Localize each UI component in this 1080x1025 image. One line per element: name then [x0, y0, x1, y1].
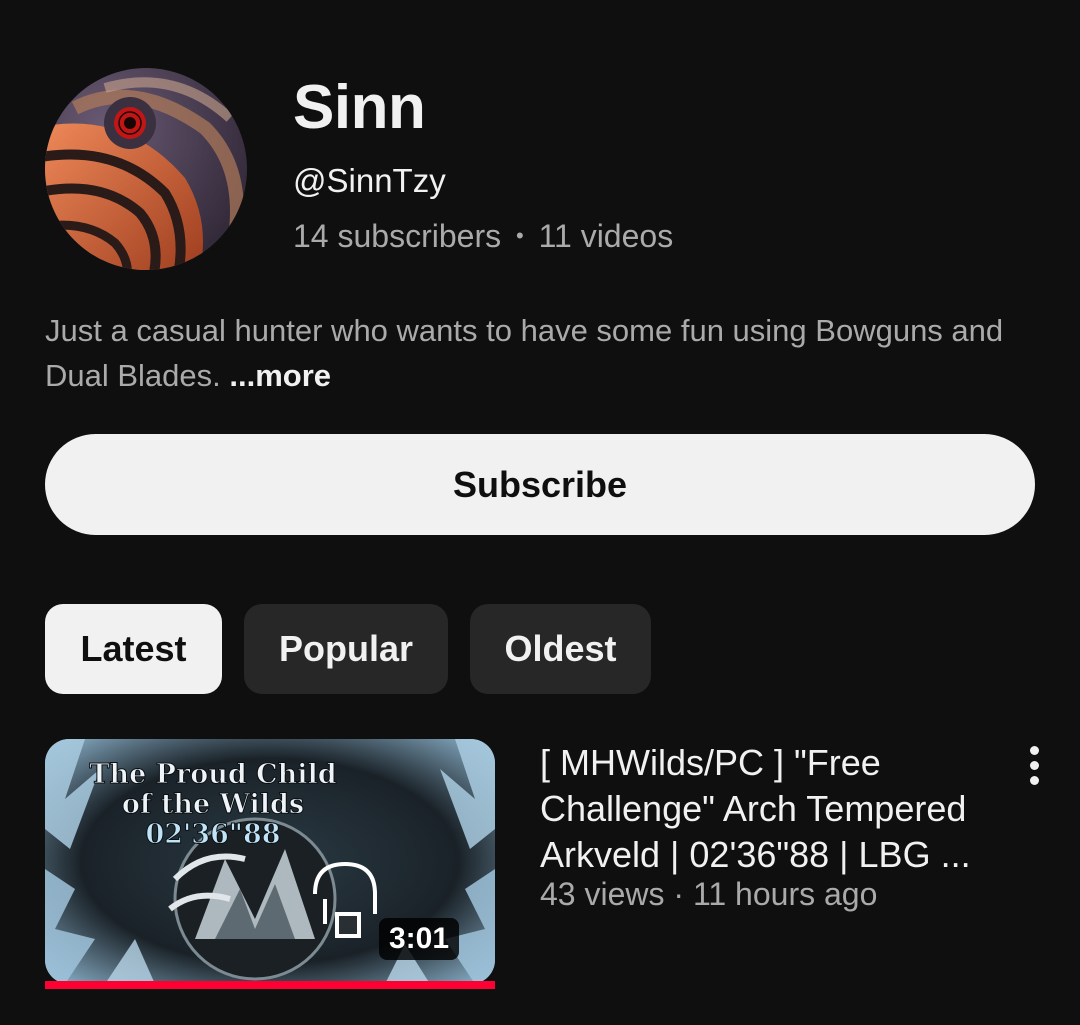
channel-name: Sinn — [293, 73, 426, 142]
chip-oldest[interactable]: Oldest — [470, 604, 651, 694]
description-text: Just a casual hunter who wants to have s… — [45, 313, 1004, 393]
subscriber-count: 14 subscribers — [293, 218, 502, 254]
video-count: 11 videos — [538, 218, 674, 254]
video-duration: 3:01 — [378, 918, 459, 960]
thumb-text-line3: 02'36"88 — [145, 819, 280, 850]
channel-description[interactable]: Just a casual hunter who wants to have s… — [45, 308, 1035, 398]
watch-progress-bar — [45, 981, 495, 989]
video-title[interactable]: [ MHWilds/PC ] "Free Challenge" Arch Tem… — [540, 740, 1010, 878]
channel-stats: 14 subscribers • 11 videos — [293, 218, 673, 255]
thumb-text-line2: of the Wilds — [122, 789, 304, 820]
chip-latest[interactable]: Latest — [45, 604, 222, 694]
video-thumbnail[interactable]: The Proud Child of the Wilds 02'36"88 3:… — [45, 739, 495, 984]
kebab-dot — [1029, 775, 1039, 785]
channel-page: Sinn @SinnTzy 14 subscribers • 11 videos… — [0, 0, 1080, 1025]
more-vert-icon[interactable] — [1012, 740, 1056, 790]
kebab-dot — [1029, 745, 1039, 755]
channel-handle: @SinnTzy — [293, 162, 446, 199]
thumb-text-line1: The Proud Child — [89, 759, 336, 790]
channel-avatar[interactable] — [45, 68, 247, 270]
sharingan-mask-icon — [45, 68, 247, 270]
kebab-dot — [1029, 760, 1039, 770]
chip-popular[interactable]: Popular — [244, 604, 448, 694]
upload-age: 11 hours ago — [692, 876, 878, 912]
more-link[interactable]: ...more — [229, 358, 331, 393]
meta-separator: · — [673, 876, 685, 912]
subscribe-button[interactable]: Subscribe — [45, 434, 1035, 535]
stats-separator: • — [515, 223, 524, 248]
view-count: 43 views — [540, 876, 665, 912]
watch-progress-fill — [45, 981, 495, 989]
video-meta: 43 views · 11 hours ago — [540, 876, 877, 913]
